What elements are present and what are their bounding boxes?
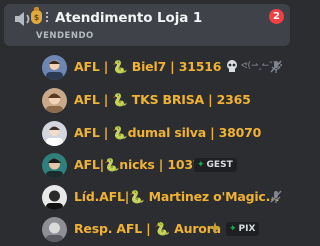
skull-icon <box>227 60 237 72</box>
voice-user-1[interactable]: AFL | 🐍 Biel7 | 31516 ᕙ(⇀‸↼‶)ᕗ <box>38 51 290 83</box>
username: Líd.AFL|🐍 Martinez o'Magic... <box>74 189 280 204</box>
voice-user-3[interactable]: AFL | 🐍dumal silva | 38070 <box>38 117 290 149</box>
username: AFL | 🐍dumal silva | 38070 <box>74 125 262 140</box>
avatar <box>42 153 67 178</box>
username: Resp. AFL | 🐍 Aurora <box>74 221 221 236</box>
role-tag-label: GEST <box>206 160 233 170</box>
diamond-icon: ✦ <box>229 224 237 234</box>
voice-user-4[interactable]: AFL|🐍nicks | 1037 ✦ GEST <box>38 149 290 181</box>
voice-user-2[interactable]: AFL | 🐍 TKS BRISA | 2365 <box>38 84 290 116</box>
microphone-muted-icon <box>270 60 282 73</box>
username: AFL | 🐍 TKS BRISA | 2365 <box>74 92 251 107</box>
channel-name: Atendimento Loja 1 <box>55 10 203 26</box>
avatar <box>42 88 67 113</box>
channel-status: VENDENDO <box>36 31 94 41</box>
username: AFL | 🐍 Biel7 | 31516 <box>74 59 222 74</box>
microphone-muted-icon <box>270 190 282 203</box>
money-bag-icon: $ <box>31 7 42 24</box>
diamond-icon: ✦ <box>197 160 205 170</box>
voice-user-5[interactable]: Líd.AFL|🐍 Martinez o'Magic... <box>38 181 290 213</box>
voice-user-6[interactable]: Resp. AFL | 🐍 Aurora ✦ PIX <box>38 213 290 245</box>
avatar <box>42 55 67 80</box>
avatar <box>42 217 67 242</box>
sparkle-icon <box>209 222 221 234</box>
avatar <box>42 121 67 146</box>
role-tag: ✦ GEST <box>194 158 237 172</box>
role-tag-label: PIX <box>238 224 256 234</box>
username: AFL|🐍nicks | 1037 <box>74 157 202 172</box>
voice-channel-header[interactable]: $ Atendimento Loja 1 VENDENDO 2 <box>4 4 290 46</box>
notification-badge: 2 <box>269 9 284 24</box>
role-tag: ✦ PIX <box>226 222 260 236</box>
vertical-dots-icon <box>46 12 49 24</box>
avatar <box>42 185 67 210</box>
